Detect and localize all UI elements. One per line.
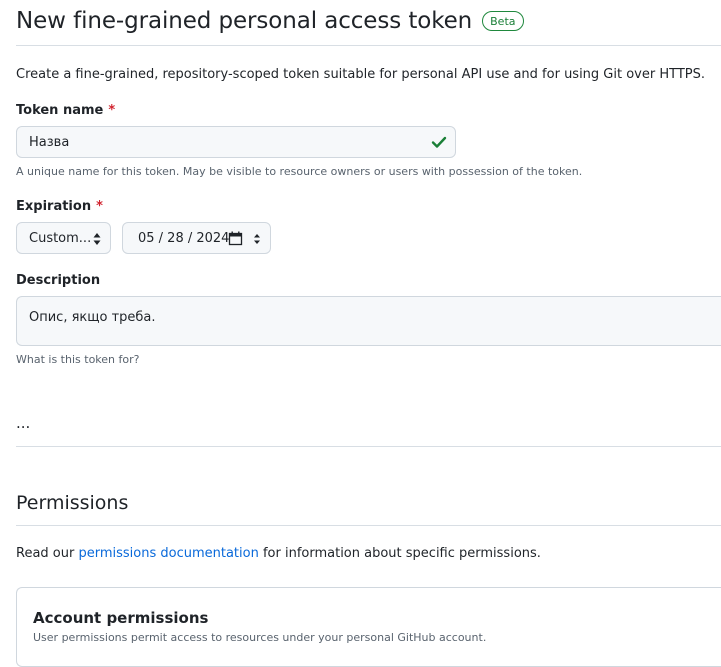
date-spin-icon[interactable] <box>252 232 262 246</box>
intro-text: Create a fine-grained, repository-scoped… <box>16 67 705 82</box>
description-textarea[interactable]: Опис, якщо треба. <box>16 296 721 346</box>
expiration-select-value: Custom... <box>29 231 92 246</box>
permissions-text-before: Read our <box>16 546 79 561</box>
token-name-input[interactable]: Назва <box>16 126 456 158</box>
title-row: New fine-grained personal access token B… <box>16 6 524 36</box>
description-value: Опис, якщо треба. <box>29 310 156 325</box>
permissions-text-after: for information about specific permissio… <box>258 546 541 561</box>
title-divider <box>16 45 721 46</box>
expiration-label: Expiration * <box>16 198 103 216</box>
expiration-date-value: 05 / 28 / 2024 <box>138 231 230 246</box>
account-permissions-title: Account permissions <box>33 609 209 627</box>
check-icon <box>431 136 447 148</box>
permissions-divider <box>16 525 721 526</box>
expiration-date-input[interactable]: 05 / 28 / 2024 <box>122 222 271 254</box>
beta-badge: Beta <box>482 11 524 31</box>
description-note: What is this token for? <box>16 353 140 366</box>
account-permissions-box[interactable]: Account permissions User permissions per… <box>16 587 721 667</box>
section-divider <box>16 446 721 447</box>
token-name-label-text: Token name <box>16 103 104 118</box>
required-marker: * <box>96 199 103 214</box>
expiration-label-text: Expiration <box>16 199 92 214</box>
permissions-text: Read our permissions documentation for i… <box>16 545 541 563</box>
account-permissions-subtitle: User permissions permit access to resour… <box>33 631 487 644</box>
select-arrows-icon <box>93 233 101 245</box>
token-name-label: Token name * <box>16 102 115 120</box>
page-title: New fine-grained personal access token <box>16 8 473 34</box>
permissions-heading: Permissions <box>16 492 129 514</box>
expiration-select[interactable]: Custom... <box>16 222 111 254</box>
collapsed-content-ellipsis: ... <box>16 414 31 432</box>
calendar-icon[interactable] <box>228 231 243 246</box>
token-name-value: Назва <box>29 135 70 150</box>
token-name-note: A unique name for this token. May be vis… <box>16 165 583 178</box>
required-marker: * <box>108 103 116 118</box>
permissions-documentation-link[interactable]: permissions documentation <box>78 546 258 561</box>
description-label: Description <box>16 273 101 288</box>
